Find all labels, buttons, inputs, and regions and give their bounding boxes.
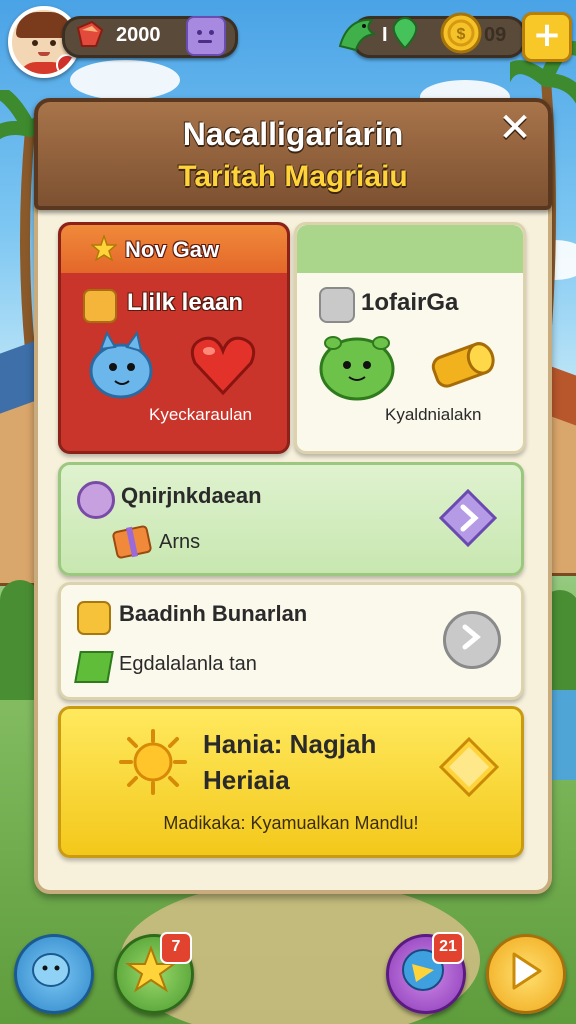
card-caption: Kyeckaraulan — [149, 405, 253, 424]
magnifier-icon — [319, 287, 355, 323]
card-title: 1ofairGa — [361, 289, 459, 316]
row-subtitle: Arns — [159, 531, 201, 553]
gems-value: 2000 — [116, 24, 161, 46]
play-button[interactable] — [486, 934, 566, 1014]
swirl-icon — [77, 481, 115, 519]
green-block-icon — [74, 651, 114, 683]
heart-icon — [190, 336, 256, 396]
blue-creature-icon — [89, 330, 153, 399]
notification-badge: 7 — [160, 932, 192, 964]
badge-icon — [83, 289, 117, 323]
offer-row-bundle[interactable]: Baadinh Bunarlan Egdalalanla tan — [58, 582, 524, 700]
notification-badge: 21 — [432, 932, 464, 964]
sun-icon — [119, 729, 187, 795]
green-pin-icon — [392, 16, 418, 50]
offer-row-daily[interactable]: Qnirjnkdaean Arns — [58, 462, 524, 576]
panel-header: Nacalligariarin Taritah Magriaiu — [34, 98, 552, 210]
red-gem-icon — [76, 20, 104, 47]
panel-title: Nacalligariarin — [182, 116, 404, 152]
coins-prefix: I — [382, 24, 388, 46]
green-slime-icon — [319, 336, 395, 401]
row-title: Baadinh Bunarlan — [119, 601, 308, 626]
chat-button[interactable] — [14, 934, 94, 1014]
panel-subtitle: Taritah Magriaiu — [178, 160, 408, 193]
add-currency-button[interactable]: + — [522, 12, 572, 62]
row-title: Qnirjnkdaean — [121, 483, 262, 508]
star-icon — [91, 235, 117, 261]
offer-card-right[interactable]: 1ofairGa Kyaldnialakn — [294, 222, 526, 454]
coins-value: 09 — [484, 24, 507, 46]
card-caption: Kyaldnialakn — [385, 405, 482, 424]
green-dragon-icon — [338, 18, 377, 52]
top-bar: 2000 I $ 09 + — [0, 0, 576, 80]
offer-row-special[interactable]: Hania: Nagjah Heriaia Madikaka: Kyamualk… — [58, 706, 524, 858]
card-header-label: Nov Gaw — [125, 237, 220, 262]
gold-coin-icon: $ — [440, 12, 482, 54]
close-button[interactable]: ✕ — [494, 108, 536, 150]
chevron-right-icon[interactable] — [439, 489, 497, 547]
trophy-icon — [77, 601, 111, 635]
row-subtitle: Egdalalanla tan — [119, 653, 257, 675]
diamond-icon — [439, 737, 499, 797]
offer-card-left[interactable]: Nov Gaw Llilk leaan Kyeckaraulan — [58, 222, 290, 454]
row-title-line2: Heriaia — [203, 765, 290, 795]
purple-emote-icon[interactable] — [186, 16, 226, 56]
card-header — [297, 225, 523, 273]
row-title-line1: Hania: Nagjah — [203, 729, 377, 759]
row-footer: Madikaka: Kyamualkan Mandlu! — [163, 813, 419, 833]
coin-stack-icon — [431, 342, 495, 388]
svg-text:$: $ — [457, 26, 466, 43]
gift-box-icon — [112, 525, 152, 559]
blob-icon — [32, 953, 70, 987]
card-title: Llilk leaan — [127, 289, 244, 316]
chevron-right-icon[interactable] — [443, 611, 501, 669]
play-icon — [512, 952, 542, 990]
